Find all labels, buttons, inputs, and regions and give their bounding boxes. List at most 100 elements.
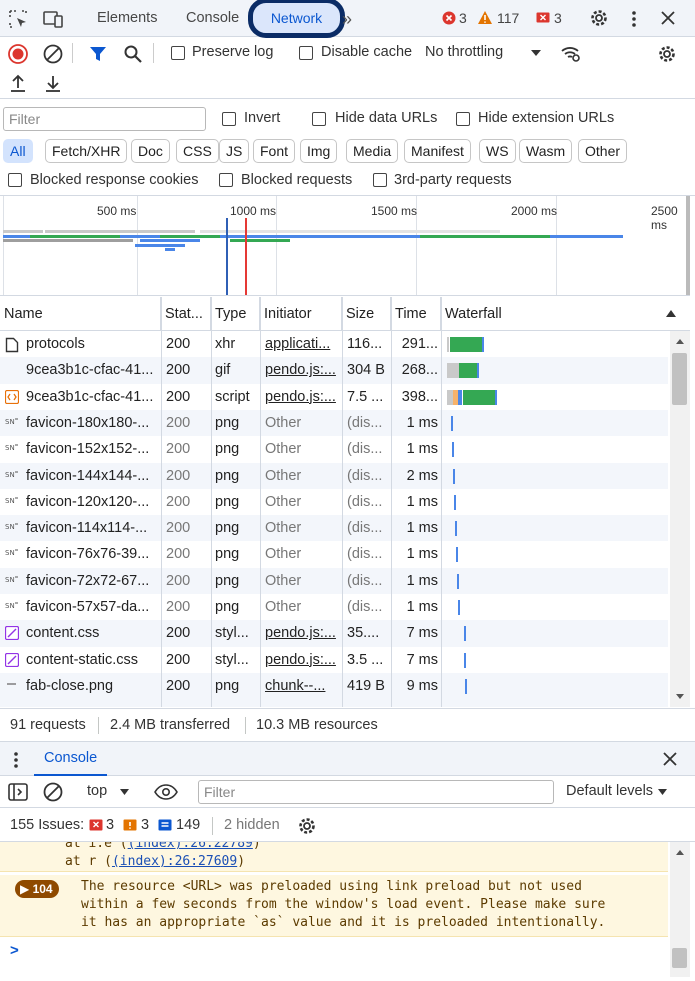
repeat-count-badge[interactable]: ▶ 104 [15,880,59,898]
table-row[interactable]: fab-close.png 200 png chunk--... 419 B 9 ms [0,672,668,700]
error-count-icon[interactable] [442,11,456,25]
type-chip-other[interactable]: Other [578,139,628,163]
invert-checkbox[interactable] [222,112,236,126]
type-chip-wasm[interactable]: Wasm [519,139,573,163]
issues-settings-gear-icon[interactable] [297,816,317,836]
table-row[interactable]: 9cea3b1c-cfac-41... 200 script pendo.js:...… [0,384,668,410]
more-tabs-icon[interactable]: » [342,9,352,30]
more-options-icon[interactable] [627,9,641,29]
cell-initiator[interactable]: Other [265,568,339,594]
preserve-log-checkbox[interactable] [171,46,185,60]
cell-name[interactable]: 9cea3b1c-cfac-41... [26,384,158,410]
context-select[interactable]: top [87,783,107,799]
column-header-initiator[interactable]: Initiator [260,297,342,331]
column-header-time[interactable]: Time [391,297,441,331]
table-row[interactable] [0,699,668,707]
filter-input[interactable]: Filter [3,107,206,131]
type-chip-manifest[interactable]: Manifest [404,139,471,163]
table-row[interactable]: SN favicon-72x72-67... 200 png Other (dis... 1… [0,567,668,594]
column-header-type[interactable]: Type [211,297,260,331]
tab-network[interactable]: Network [248,0,345,38]
log-levels-select[interactable]: Default levels [566,783,653,799]
table-row[interactable]: SN favicon-152x152-... 200 png Other (dis... 1… [0,436,668,462]
cell-initiator[interactable]: applicati... [265,331,339,357]
type-chip-img[interactable]: Img [300,139,338,163]
type-chip-font[interactable]: Font [253,139,296,163]
record-stop-icon[interactable] [8,44,28,64]
throttling-select[interactable]: No throttling [425,44,503,60]
issues-row[interactable]: 155 Issues: 3 3 149 2 hidden [0,810,695,842]
console-prompt[interactable]: > [10,942,19,959]
import-har-icon[interactable] [9,74,27,94]
search-icon[interactable] [123,44,143,64]
network-conditions-icon[interactable] [560,43,582,63]
blocked-requests-checkbox[interactable] [219,173,233,187]
cell-name[interactable]: favicon-76x76-39... [26,541,158,567]
overview-scroll-thumb[interactable] [686,196,690,295]
inspect-element-icon[interactable] [8,9,28,29]
third-party-checkbox[interactable] [373,173,387,187]
cell-initiator[interactable]: pendo.js:... [265,384,339,410]
type-chip-ws[interactable]: WS [479,139,516,163]
cell-name[interactable]: content.css [26,620,158,646]
type-chip-media[interactable]: Media [346,139,399,163]
cell-initiator[interactable]: chunk--... [265,673,339,699]
table-row[interactable]: content-static.css 200 styl... pendo.js:...… [0,647,668,673]
disable-cache-checkbox[interactable] [299,46,313,60]
hide-data-urls-checkbox[interactable] [312,112,326,126]
tab-console[interactable]: Console [186,0,239,37]
cell-name[interactable]: favicon-144x144-... [26,463,158,489]
tab-elements[interactable]: Elements [97,0,157,37]
dropdown-arrow-icon[interactable] [530,49,542,57]
cell-name[interactable]: 9cea3b1c-cfac-41... [26,357,158,383]
console-warning-message[interactable]: ▶ 104 The resource <URL> was preloaded u… [0,875,668,937]
table-row[interactable]: SN favicon-120x120-... 200 png Other (dis... 1… [0,489,668,515]
filter-funnel-icon[interactable] [89,45,107,63]
column-header-size[interactable]: Size [342,297,391,331]
blocked-cookies-checkbox[interactable] [8,173,22,187]
stack-frame-link[interactable]: (index):26:27609 [112,854,237,869]
table-row[interactable]: protocols 200 xhr applicati... 116... 291... [0,331,668,357]
cell-name[interactable]: favicon-180x180-... [26,410,158,436]
cell-name[interactable]: favicon-152x152-... [26,436,158,462]
table-row[interactable]: SN favicon-180x180-... 200 png Other (dis... 1… [0,409,668,437]
warning-count-icon[interactable] [477,10,493,25]
console-filter-input[interactable]: Filter [198,780,554,804]
cell-name[interactable]: protocols [26,331,158,357]
type-chip-css[interactable]: CSS [176,139,219,163]
table-row[interactable]: SN favicon-57x57-da... 200 png Other (dis... 1… [0,594,668,620]
drawer-menu-icon[interactable] [12,751,20,769]
hide-extension-urls-checkbox[interactable] [456,112,470,126]
cell-name[interactable]: content-static.css [26,647,158,673]
export-har-icon[interactable] [44,74,62,94]
type-chip-fetch-xhr[interactable]: Fetch/XHR [45,139,128,163]
table-row[interactable]: 9cea3b1c-cfac-41... 200 gif pendo.js:... 304… [0,357,668,384]
cell-name[interactable]: fab-close.png [26,673,158,699]
console-scrollbar[interactable] [670,842,690,977]
drawer-tab-console[interactable]: Console [34,742,108,776]
column-header-waterfall[interactable]: Waterfall [441,297,690,331]
cell-initiator[interactable]: Other [265,541,339,567]
column-header-status[interactable]: Stat... [161,297,211,331]
request-table-scrollbar[interactable] [670,331,690,707]
table-row[interactable]: SN favicon-114x114-... 200 png Other (dis... 1… [0,515,668,542]
close-devtools-icon[interactable] [660,10,676,26]
type-chip-all[interactable]: All [3,139,33,163]
device-toolbar-icon[interactable] [42,9,64,29]
context-dropdown-icon[interactable] [119,788,130,796]
settings-gear-icon[interactable] [589,8,609,28]
levels-dropdown-icon[interactable] [657,788,668,796]
cell-initiator[interactable]: Other [265,515,339,541]
cell-initiator[interactable]: Other [265,489,339,515]
type-chip-doc[interactable]: Doc [131,139,170,163]
cell-initiator[interactable]: Other [265,463,339,489]
scrollbar-thumb[interactable] [672,948,687,968]
table-row[interactable]: content.css 200 styl... pendo.js:... 35.... 7… [0,620,668,647]
cell-name[interactable]: favicon-114x114-... [26,515,158,541]
issues-count-icon[interactable] [536,12,550,25]
cell-name[interactable]: favicon-72x72-67... [26,568,158,594]
cell-initiator[interactable]: Other [265,410,339,436]
close-drawer-icon[interactable] [662,751,678,767]
network-overview[interactable]: 500 ms 1000 ms 1500 ms 2000 ms 2500 ms [0,196,690,296]
table-row[interactable]: SN favicon-144x144-... 200 png Other (dis... 2… [0,462,668,489]
